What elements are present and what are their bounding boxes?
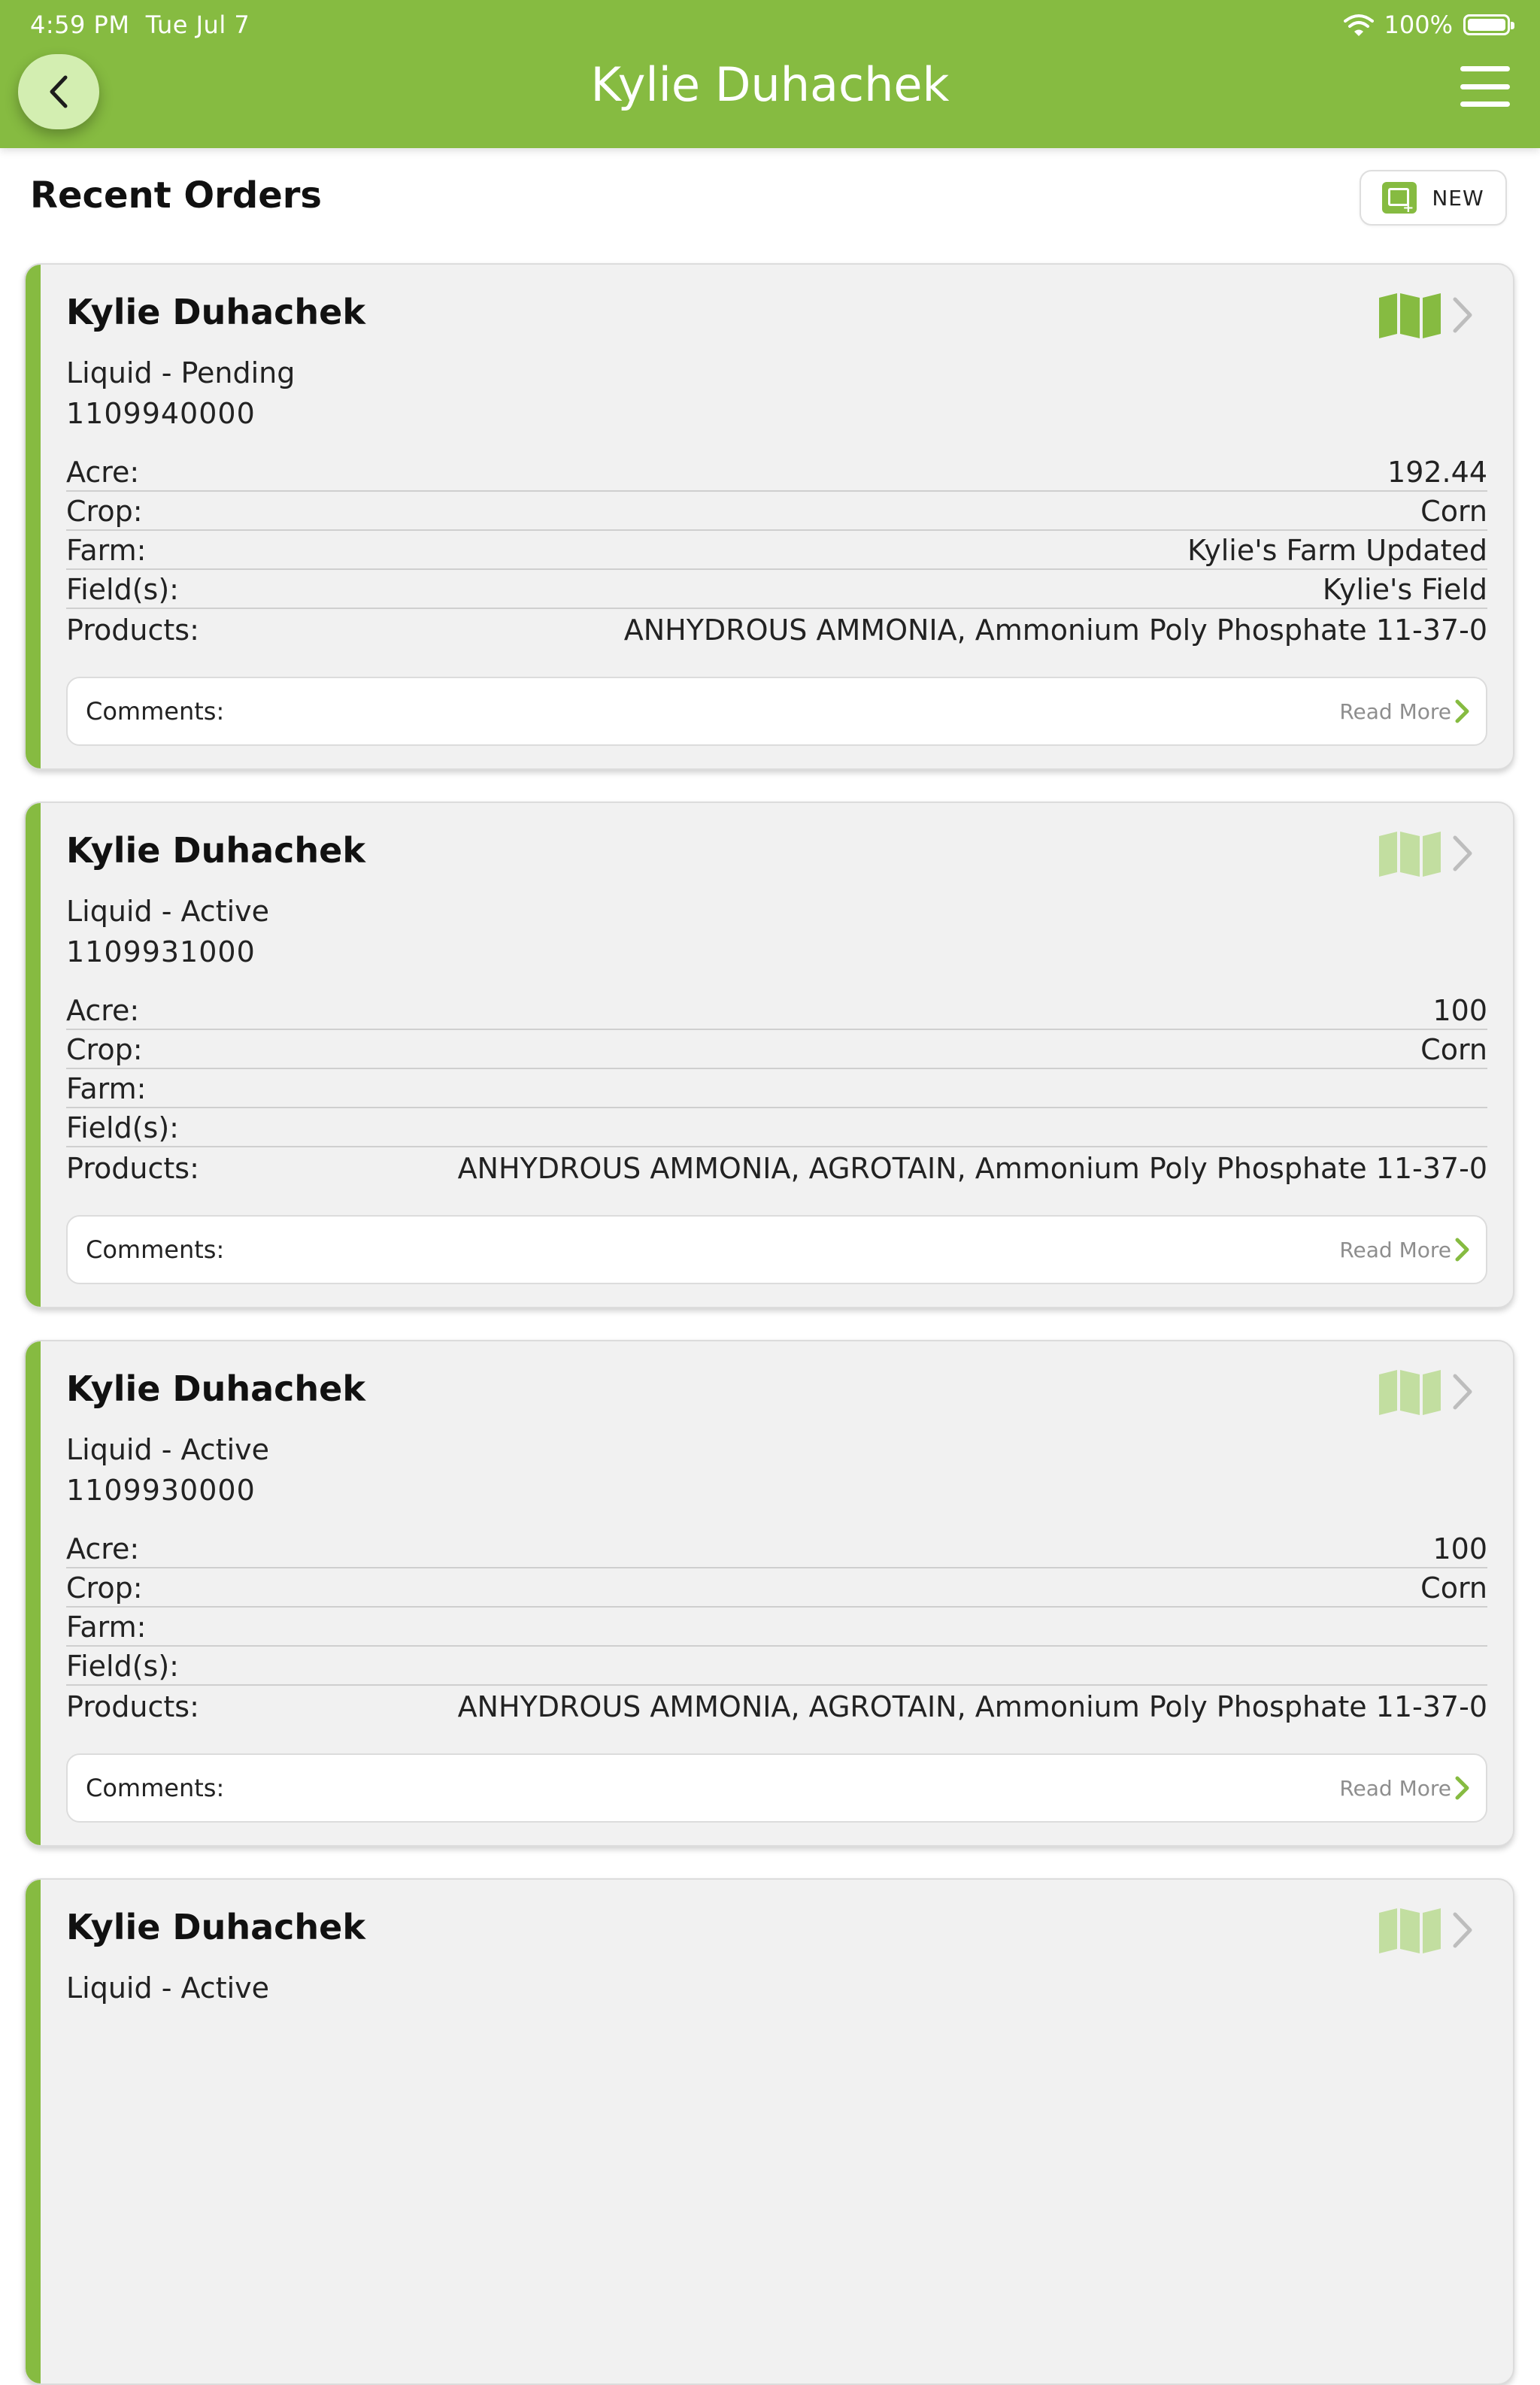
- section-title: Recent Orders: [30, 174, 322, 217]
- read-more-label: Read More: [1339, 1775, 1451, 1801]
- read-more-label: Read More: [1339, 1237, 1451, 1262]
- detail-row-acre: Acre: 100: [66, 991, 1487, 1030]
- chevron-right-icon: [1455, 1776, 1469, 1800]
- detail-value: Corn: [1420, 1571, 1487, 1605]
- read-more-link[interactable]: Read More: [1339, 1237, 1471, 1262]
- detail-row-farm: Farm:: [66, 1069, 1487, 1108]
- detail-label: Products:: [66, 1152, 199, 1185]
- detail-row-acre: Acre: 100: [66, 1529, 1487, 1568]
- new-order-icon: [1382, 182, 1417, 215]
- read-more-link[interactable]: Read More: [1339, 1775, 1471, 1801]
- detail-value: Kylie's Field: [1322, 573, 1487, 606]
- map-icon[interactable]: [1378, 1907, 1442, 1953]
- comments-box: Comments: Read More: [66, 677, 1487, 746]
- detail-label: Farm:: [66, 534, 147, 567]
- detail-row-acre: Acre: 192.44: [66, 453, 1487, 492]
- menu-button[interactable]: [1460, 66, 1510, 107]
- detail-row-fields: Field(s): Kylie's Field: [66, 570, 1487, 609]
- status-time: 4:59 PM Tue Jul 7: [30, 11, 250, 39]
- comments-box: Comments: Read More: [66, 1753, 1487, 1823]
- detail-label: Products:: [66, 1690, 199, 1723]
- order-status: Liquid - Pending: [66, 356, 296, 389]
- comments-label: Comments:: [86, 1235, 225, 1264]
- detail-label: Crop:: [66, 1033, 143, 1066]
- detail-label: Products:: [66, 614, 199, 647]
- order-number: 1109931000: [66, 935, 256, 968]
- order-details: Acre: 192.44 Crop: Corn Farm: Kylie's Fa…: [66, 453, 1487, 648]
- order-status: Liquid - Active: [66, 1433, 270, 1466]
- read-more-label: Read More: [1339, 699, 1451, 724]
- detail-label: Field(s):: [66, 1650, 179, 1683]
- detail-row-crop: Crop: Corn: [66, 1568, 1487, 1608]
- detail-row-crop: Crop: Corn: [66, 492, 1487, 531]
- app-header: 4:59 PM Tue Jul 7 100% Kylie Duhachek: [0, 0, 1540, 148]
- order-card[interactable]: Kylie Duhachek Liquid - Active 110993100…: [24, 802, 1514, 1308]
- detail-value: Corn: [1420, 495, 1487, 528]
- order-number: 1109940000: [66, 397, 256, 430]
- read-more-link[interactable]: Read More: [1339, 699, 1471, 724]
- detail-row-fields: Field(s):: [66, 1108, 1487, 1147]
- detail-label: Field(s):: [66, 573, 179, 606]
- order-details: Acre: 100 Crop: Corn Farm: Field(s): Pro…: [66, 991, 1487, 1186]
- comments-label: Comments:: [86, 697, 225, 726]
- hamburger-menu-icon: [1460, 66, 1510, 71]
- detail-row-products: Products: ANHYDROUS AMMONIA, Ammonium Po…: [66, 609, 1487, 648]
- card-accent-stripe: [26, 1880, 41, 2383]
- status-indicators: 100%: [1343, 11, 1514, 39]
- card-accent-stripe: [26, 803, 41, 1307]
- battery-percent: 100%: [1384, 11, 1453, 39]
- new-order-button[interactable]: NEW: [1360, 170, 1507, 226]
- detail-label: Farm:: [66, 1072, 147, 1105]
- page-title: Kylie Duhachek: [590, 57, 950, 112]
- map-icon[interactable]: [1378, 1368, 1442, 1415]
- order-details: Acre: 100 Crop: Corn Farm: Field(s): Pro…: [66, 1529, 1487, 1725]
- detail-row-farm: Farm: Kylie's Farm Updated: [66, 531, 1487, 570]
- comments-label: Comments:: [86, 1774, 225, 1802]
- detail-row-fields: Field(s):: [66, 1647, 1487, 1686]
- order-customer-name: Kylie Duhachek: [66, 1368, 365, 1409]
- order-customer-name: Kylie Duhachek: [66, 830, 365, 871]
- detail-label: Crop:: [66, 1571, 143, 1605]
- detail-label: Acre:: [66, 456, 140, 489]
- new-order-label: NEW: [1432, 185, 1484, 211]
- detail-row-crop: Crop: Corn: [66, 1030, 1487, 1069]
- order-status: Liquid - Active: [66, 1971, 270, 2005]
- detail-value: 100: [1432, 1532, 1487, 1565]
- order-card[interactable]: Kylie Duhachek Liquid - Active 110993000…: [24, 1340, 1514, 1847]
- detail-value: Corn: [1420, 1033, 1487, 1066]
- detail-row-farm: Farm:: [66, 1608, 1487, 1647]
- card-accent-stripe: [26, 1341, 41, 1845]
- chevron-right-icon: [1455, 1238, 1469, 1262]
- detail-label: Acre:: [66, 994, 140, 1027]
- chevron-right-icon[interactable]: [1450, 1371, 1475, 1412]
- card-accent-stripe: [26, 265, 41, 768]
- detail-value: 100: [1432, 994, 1487, 1027]
- detail-value: 192.44: [1387, 456, 1487, 489]
- detail-value: Kylie's Farm Updated: [1187, 534, 1487, 567]
- detail-label: Farm:: [66, 1611, 147, 1644]
- detail-value: ANHYDROUS AMMONIA, AGROTAIN, Ammonium Po…: [457, 1152, 1487, 1185]
- detail-value: ANHYDROUS AMMONIA, AGROTAIN, Ammonium Po…: [457, 1690, 1487, 1723]
- chevron-right-icon[interactable]: [1450, 1910, 1475, 1950]
- battery-icon: [1463, 14, 1514, 35]
- map-icon[interactable]: [1378, 830, 1442, 877]
- map-icon[interactable]: [1378, 292, 1442, 338]
- order-customer-name: Kylie Duhachek: [66, 1907, 365, 1947]
- detail-label: Crop:: [66, 495, 143, 528]
- chevron-right-icon: [1455, 699, 1469, 723]
- order-number: 1109930000: [66, 1474, 256, 1507]
- detail-label: Acre:: [66, 1532, 140, 1565]
- order-card[interactable]: Kylie Duhachek Liquid - Pending 11099400…: [24, 263, 1514, 770]
- chevron-right-icon[interactable]: [1450, 833, 1475, 874]
- detail-row-products: Products: ANHYDROUS AMMONIA, AGROTAIN, A…: [66, 1686, 1487, 1725]
- wifi-icon: [1343, 14, 1374, 36]
- order-customer-name: Kylie Duhachek: [66, 292, 365, 332]
- detail-label: Field(s):: [66, 1111, 179, 1144]
- chevron-right-icon[interactable]: [1450, 295, 1475, 335]
- comments-box: Comments: Read More: [66, 1215, 1487, 1284]
- order-card[interactable]: Kylie Duhachek Liquid - Active: [24, 1878, 1514, 2385]
- detail-value: ANHYDROUS AMMONIA, Ammonium Poly Phospha…: [623, 614, 1487, 647]
- detail-row-products: Products: ANHYDROUS AMMONIA, AGROTAIN, A…: [66, 1147, 1487, 1186]
- order-status: Liquid - Active: [66, 895, 270, 928]
